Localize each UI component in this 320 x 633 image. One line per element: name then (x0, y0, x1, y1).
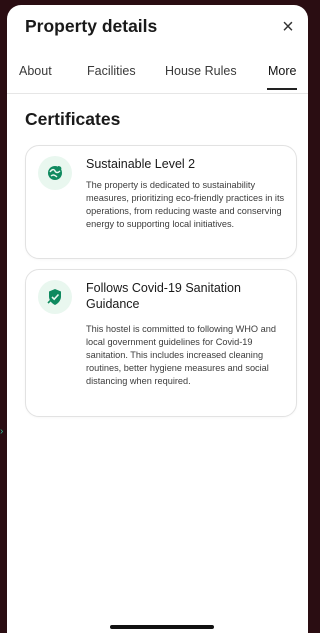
certificate-card: Sustainable Level 2 The property is dedi… (25, 145, 297, 259)
close-icon: × (282, 15, 294, 38)
certificate-title: Sustainable Level 2 (86, 157, 196, 171)
shield-sanitize-icon (38, 280, 72, 314)
tab-house-rules[interactable]: House Rules (165, 64, 237, 78)
home-indicator[interactable] (110, 625, 214, 629)
property-details-sheet: Property details × About Facilities Hous… (7, 5, 308, 633)
sheet-header: Property details × (7, 5, 308, 47)
tab-facilities[interactable]: Facilities (87, 64, 136, 78)
tab-more[interactable]: More (268, 64, 296, 78)
tab-about[interactable]: About (19, 64, 52, 78)
active-tab-indicator (267, 88, 297, 90)
certificate-card: Follows Covid-19 Sanitation Guidance Thi… (25, 269, 297, 417)
certificate-description: This hostel is committed to following WH… (86, 324, 276, 386)
leaf-globe-icon (38, 156, 72, 190)
page-title: Property details (25, 16, 158, 36)
background-edge-glint: › (0, 426, 4, 437)
tab-bar: About Facilities House Rules More (7, 53, 308, 94)
certificate-description: The property is dedicated to sustainabil… (86, 180, 285, 229)
section-title-certificates: Certificates (25, 109, 121, 129)
certificate-title: Follows Covid-19 Sanitation Guidance (86, 281, 241, 311)
close-button[interactable]: × (276, 15, 300, 39)
